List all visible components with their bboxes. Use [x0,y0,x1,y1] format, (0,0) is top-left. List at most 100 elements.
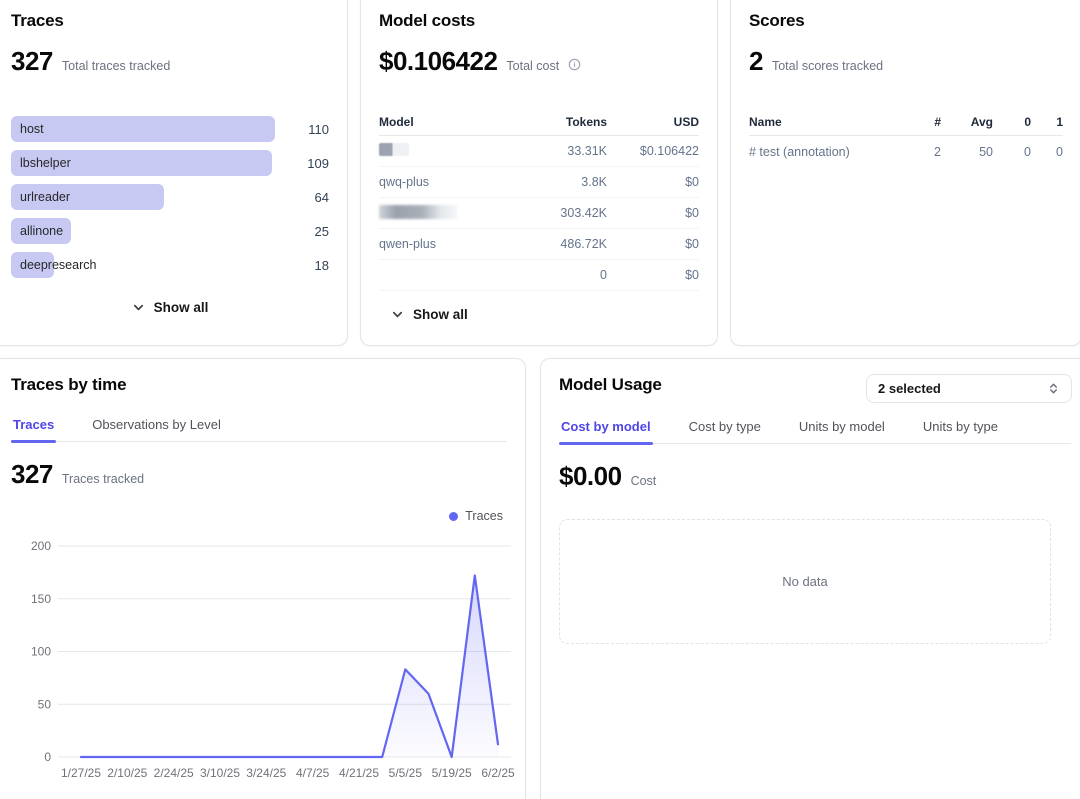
tab-units-by-type[interactable]: Units by type [921,419,1000,443]
x-axis-tick: 6/2/25 [481,766,515,780]
trace-bar-row: deepresearch 18 [11,252,329,278]
model-costs-row: 303.42K$0 [379,198,699,229]
traces-card-title: Traces [11,11,329,31]
traces-show-all-button[interactable]: Show all [132,300,209,315]
trace-bar-value: 110 [287,122,329,137]
model-name-cell: qwq-plus [379,175,517,189]
x-axis-tick: 1/27/25 [61,766,101,780]
trace-bar[interactable]: urlreader [11,184,164,210]
trace-bar-label: lbshelper [11,156,71,170]
model-costs-row: 33.31K$0.106422 [379,136,699,167]
scores-column-header: Name [749,115,897,129]
scores-column-header: # [897,115,941,129]
chevron-down-icon [391,308,404,321]
model-costs-show-all-button[interactable]: Show all [391,307,468,322]
total-cost-value: $0.106422 [379,46,497,77]
x-axis-tick: 3/24/25 [246,766,286,780]
usd-cell: $0 [607,237,699,251]
tab-cost-by-model[interactable]: Cost by model [559,419,653,443]
trace-bar-label: allinone [11,224,63,238]
traces-show-all-label: Show all [154,300,209,315]
tab-observations-by-level[interactable]: Observations by Level [90,417,223,441]
trace-bar-row: allinone 25 [11,218,329,244]
trace-bar-value: 109 [287,156,329,171]
x-axis-tick: 4/21/25 [339,766,379,780]
score-zero-cell: 0 [993,145,1031,159]
traces-tracked-metric-row: 327 Traces tracked [11,459,507,490]
chevron-down-icon [132,301,145,314]
usage-cost-value: $0.00 [559,461,622,492]
model-usage-tabs: Cost by model Cost by type Units by model U… [559,419,1071,444]
score-avg-cell: 50 [941,145,993,159]
tokens-cell: 486.72K [517,237,607,251]
traces-area-fill [81,576,498,758]
x-axis-tick: 3/10/25 [200,766,240,780]
traces-total-label: Total traces tracked [62,59,170,73]
score-name-cell: # test (annotation) [749,145,897,159]
x-axis-tick: 5/5/25 [389,766,423,780]
traces-metric-row: 327 Total traces tracked [11,46,329,77]
trace-bar-track: lbshelper [11,150,287,176]
x-axis-tick: 2/24/25 [154,766,194,780]
trace-bar-value: 25 [287,224,329,239]
redacted-model-name [379,143,409,156]
total-cost-label: Total cost [506,59,559,73]
traces-tracked-count: 327 [11,459,53,490]
x-axis-tick: 5/19/25 [432,766,472,780]
score-one-cell: 0 [1031,145,1063,159]
model-select-dropdown[interactable]: 2 selected [866,374,1072,403]
column-header-model: Model [379,115,517,129]
info-icon[interactable] [568,58,581,71]
trace-bar-label: deepresearch [11,258,96,272]
model-costs-table: ModelTokensUSD33.31K$0.106422qwq-plus3.8… [379,109,699,291]
trace-bar[interactable]: deepresearch [11,252,54,278]
model-costs-card: Model costs $0.106422 Total cost Model To… [360,0,718,346]
usage-cost-label: Cost [631,474,657,488]
model-name-cell [379,205,517,222]
usd-cell: $0 [607,268,699,282]
trace-bar[interactable]: host [11,116,275,142]
scores-header-row: Name#Avg01 [749,109,1063,136]
traces-line-chart: 0501001502001/27/252/10/252/24/253/10/25… [0,519,527,799]
traces-tracked-label: Traces tracked [62,472,144,486]
model-costs-title: Model costs [379,11,699,31]
model-costs-row: qwen-plus486.72K$0 [379,229,699,260]
trace-bar-row: host 110 [11,116,329,142]
trace-bar-value: 64 [287,190,329,205]
x-axis-tick: 4/7/25 [296,766,330,780]
trace-bar-row: lbshelper 109 [11,150,329,176]
tab-units-by-model[interactable]: Units by model [797,419,887,443]
traces-card: Traces 327 Total traces tracked host 110 l… [0,0,348,346]
model-costs-row: 0$0 [379,260,699,291]
trace-bar-track: deepresearch [11,252,287,278]
no-data-label: No data [782,574,828,589]
trace-bar-row: urlreader 64 [11,184,329,210]
column-header-usd: USD [607,115,699,129]
scores-total-label: Total scores tracked [772,59,883,73]
model-usage-card: Model Usage 2 selected Cost by modelCost… [540,358,1080,799]
trace-bar-track: allinone [11,218,287,244]
tokens-cell: 33.31K [517,144,607,158]
traces-total-count: 327 [11,46,53,77]
score-count-cell: 2 [897,145,941,159]
model-select-value: 2 selected [878,381,941,396]
scores-column-header: Avg [941,115,993,129]
tab-traces[interactable]: Traces [11,417,56,441]
scores-column-header: 1 [1031,115,1063,129]
scores-metric-row: 2 Total scores tracked [749,46,1063,77]
trace-bar[interactable]: allinone [11,218,71,244]
usd-cell: $0 [607,206,699,220]
scores-row: # test (annotation)25000 [749,136,1063,167]
scores-card: Scores 2 Total scores tracked Name#Avg01… [730,0,1080,346]
model-name-cell [379,143,517,159]
trace-bar-value: 18 [287,258,329,273]
tokens-cell: 303.42K [517,206,607,220]
usd-cell: $0.106422 [607,144,699,158]
trace-bar-label: urlreader [11,190,70,204]
model-costs-metric-row: $0.106422 Total cost [379,46,699,77]
trace-bar[interactable]: lbshelper [11,150,272,176]
tokens-cell: 3.8K [517,175,607,189]
scores-total-count: 2 [749,46,763,77]
tab-cost-by-type[interactable]: Cost by type [687,419,763,443]
y-axis-tick: 100 [31,645,51,659]
